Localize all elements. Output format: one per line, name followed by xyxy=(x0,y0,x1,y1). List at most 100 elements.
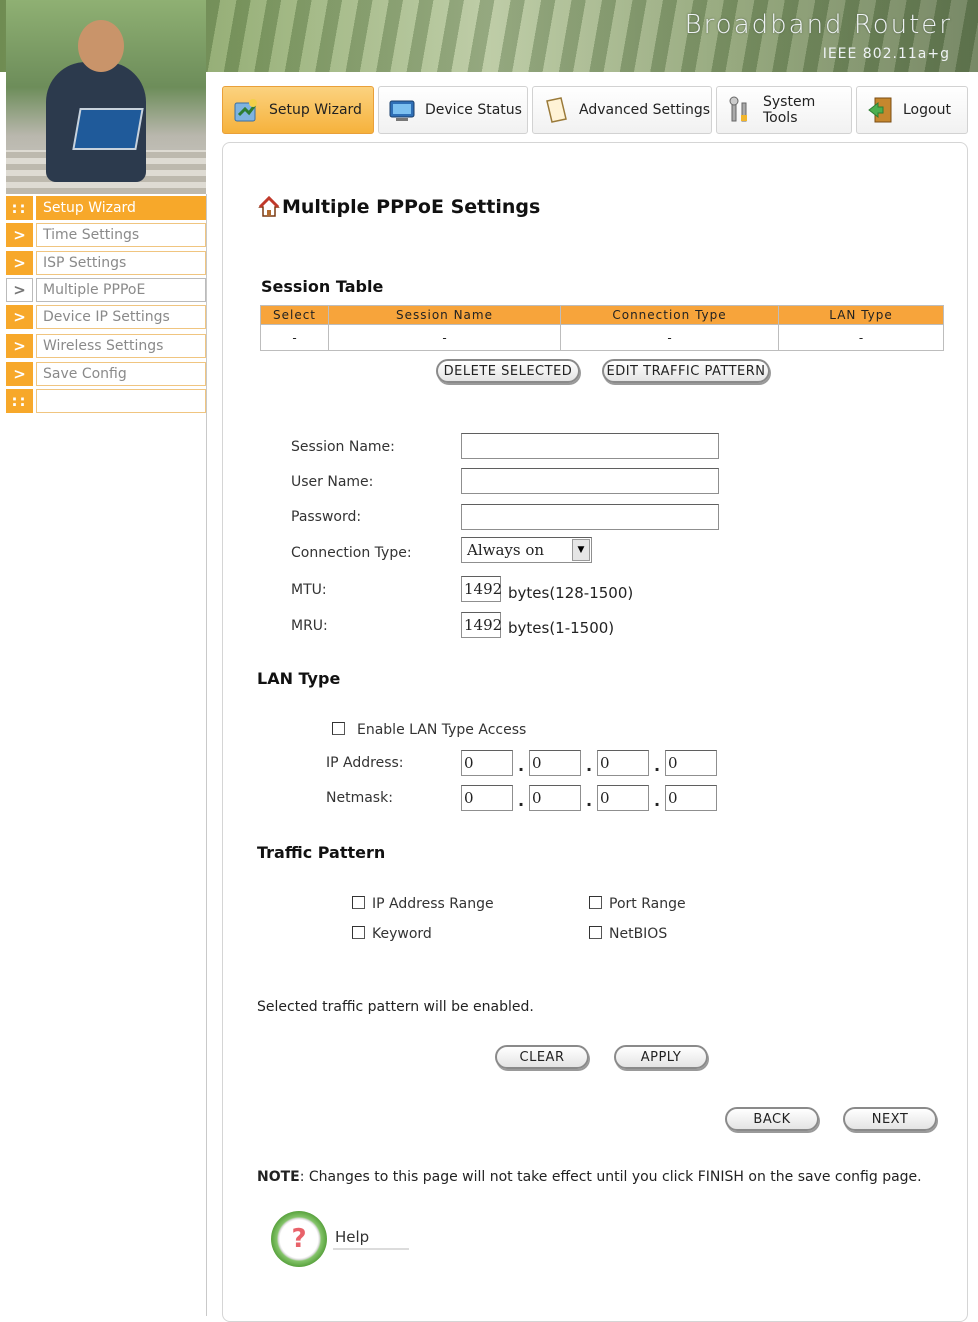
home-icon xyxy=(258,196,280,217)
octet-separator: . xyxy=(518,756,525,775)
cell-connection-type: - xyxy=(560,324,779,351)
ip-address-range-label: IP Address Range xyxy=(372,896,494,912)
session-table-header: Select Session Name Connection Type LAN … xyxy=(260,305,944,325)
help-link[interactable]: Help xyxy=(333,1226,409,1250)
chevron-down-icon[interactable]: ▼ xyxy=(572,539,590,561)
chevron-right-icon: > xyxy=(6,305,33,329)
sidebar-item-label: ISP Settings xyxy=(36,251,206,275)
column-header-lan-type: LAN Type xyxy=(778,305,944,325)
user-name-input[interactable] xyxy=(461,468,719,494)
user-name-label: User Name: xyxy=(291,474,374,490)
ip-address-range-checkbox[interactable] xyxy=(352,896,365,909)
sidebar-dots-marker: :: xyxy=(6,389,33,413)
sidebar-item-label: Save Config xyxy=(36,362,206,386)
keyword-label: Keyword xyxy=(372,926,432,942)
tab-logout[interactable]: Logout xyxy=(856,86,968,134)
ip-octet-4-input[interactable]: 0 xyxy=(665,750,717,776)
note-body: : Changes to this page will not take eff… xyxy=(299,1169,922,1185)
mtu-label: MTU: xyxy=(291,582,327,598)
tab-system-tools[interactable]: System Tools xyxy=(716,86,852,134)
sidebar-item-setup-wizard[interactable]: :: Setup Wizard xyxy=(6,196,206,220)
octet-separator: . xyxy=(586,791,593,810)
table-row: - - - - xyxy=(260,324,944,351)
password-label: Password: xyxy=(291,509,362,525)
netbios-checkbox[interactable] xyxy=(589,926,602,939)
exit-door-icon xyxy=(865,95,895,125)
clear-button[interactable]: CLEAR xyxy=(495,1045,589,1069)
session-name-label: Session Name: xyxy=(291,439,395,455)
sidebar-item-save-config[interactable]: > Save Config xyxy=(6,362,206,386)
column-header-session-name: Session Name xyxy=(328,305,561,325)
ip-octet-2-input[interactable]: 0 xyxy=(529,750,581,776)
cell-session-name: - xyxy=(328,324,561,351)
tab-setup-wizard[interactable]: Setup Wizard xyxy=(222,86,374,134)
port-range-checkbox[interactable] xyxy=(589,896,602,909)
sidebar-item-label: Setup Wizard xyxy=(36,196,206,220)
tab-device-status[interactable]: Device Status xyxy=(378,86,528,134)
chevron-right-icon: > xyxy=(6,251,33,275)
mru-unit: bytes(1-1500) xyxy=(508,619,615,637)
chevron-right-icon: > xyxy=(6,223,33,247)
photo-person-head xyxy=(78,20,124,72)
sidebar-item-time-settings[interactable]: > Time Settings xyxy=(6,223,206,247)
password-input[interactable] xyxy=(461,504,719,530)
netmask-label: Netmask: xyxy=(326,790,393,806)
column-header-select: Select xyxy=(260,305,329,325)
lan-type-heading: LAN Type xyxy=(257,669,341,688)
mtu-input[interactable]: 1492 xyxy=(461,576,502,602)
chevron-right-icon: > xyxy=(6,334,33,358)
mru-input[interactable]: 1492 xyxy=(461,612,502,638)
octet-separator: . xyxy=(586,756,593,775)
port-range-label: Port Range xyxy=(609,896,686,912)
session-name-input[interactable] xyxy=(461,433,719,459)
tools-icon xyxy=(725,95,755,125)
mtu-unit: bytes(128-1500) xyxy=(508,584,634,602)
netmask-octet-1-input[interactable]: 0 xyxy=(461,785,513,811)
traffic-pattern-heading: Traffic Pattern xyxy=(257,843,386,862)
sidebar-item-multiple-pppoe[interactable]: > Multiple PPPoE xyxy=(6,278,206,302)
cell-select: - xyxy=(260,324,329,351)
netmask-octet-3-input[interactable]: 0 xyxy=(597,785,649,811)
octet-separator: . xyxy=(518,791,525,810)
tab-label: Device Status xyxy=(425,102,522,118)
netmask-octet-2-input[interactable]: 0 xyxy=(529,785,581,811)
photo-laptop xyxy=(72,108,144,150)
tab-advanced-settings[interactable]: Advanced Settings xyxy=(532,86,712,134)
back-button[interactable]: BACK xyxy=(725,1107,819,1131)
next-button[interactable]: NEXT xyxy=(843,1107,937,1131)
cell-lan-type: - xyxy=(778,324,944,351)
ip-octet-1-input[interactable]: 0 xyxy=(461,750,513,776)
octet-separator: . xyxy=(654,791,661,810)
netbios-label: NetBIOS xyxy=(609,926,668,942)
sidebar-item-label xyxy=(36,389,206,413)
edit-traffic-pattern-button[interactable]: EDIT TRAFFIC PATTERN xyxy=(602,359,770,383)
document-icon xyxy=(541,95,571,125)
tab-label: Setup Wizard xyxy=(269,102,362,118)
session-table-heading: Session Table xyxy=(261,277,384,296)
brand-title: Broadband Router xyxy=(684,10,952,40)
sidebar-dots-marker: :: xyxy=(6,196,33,220)
brand-subtitle: IEEE 802.11a+g xyxy=(822,46,950,62)
page-title: Multiple PPPoE Settings xyxy=(258,196,540,218)
connection-type-label: Connection Type: xyxy=(291,545,412,561)
enable-lan-type-checkbox[interactable] xyxy=(332,722,345,735)
note-prefix: NOTE xyxy=(257,1169,300,1185)
page-title-text: Multiple PPPoE Settings xyxy=(282,196,541,218)
enable-lan-type-label: Enable LAN Type Access xyxy=(357,722,527,738)
ip-octet-3-input[interactable]: 0 xyxy=(597,750,649,776)
sidebar-item-label: Time Settings xyxy=(36,223,206,247)
sidebar-item-wireless-settings[interactable]: > Wireless Settings xyxy=(6,334,206,358)
tab-label: Advanced Settings xyxy=(579,102,711,118)
sidebar-item-isp-settings[interactable]: > ISP Settings xyxy=(6,251,206,275)
column-header-connection-type: Connection Type xyxy=(560,305,779,325)
netmask-octet-4-input[interactable]: 0 xyxy=(665,785,717,811)
apply-button[interactable]: APPLY xyxy=(614,1045,708,1069)
session-table: Select Session Name Connection Type LAN … xyxy=(260,305,944,351)
sidebar-item-label: Device IP Settings xyxy=(36,305,206,329)
delete-selected-button[interactable]: DELETE SELECTED xyxy=(436,359,580,383)
question-mark-icon[interactable]: ? xyxy=(271,1211,327,1267)
connection-type-select[interactable]: Always on ▼ xyxy=(461,537,592,563)
chevron-right-icon: > xyxy=(6,278,33,302)
sidebar-item-device-ip-settings[interactable]: > Device IP Settings xyxy=(6,305,206,329)
keyword-checkbox[interactable] xyxy=(352,926,365,939)
